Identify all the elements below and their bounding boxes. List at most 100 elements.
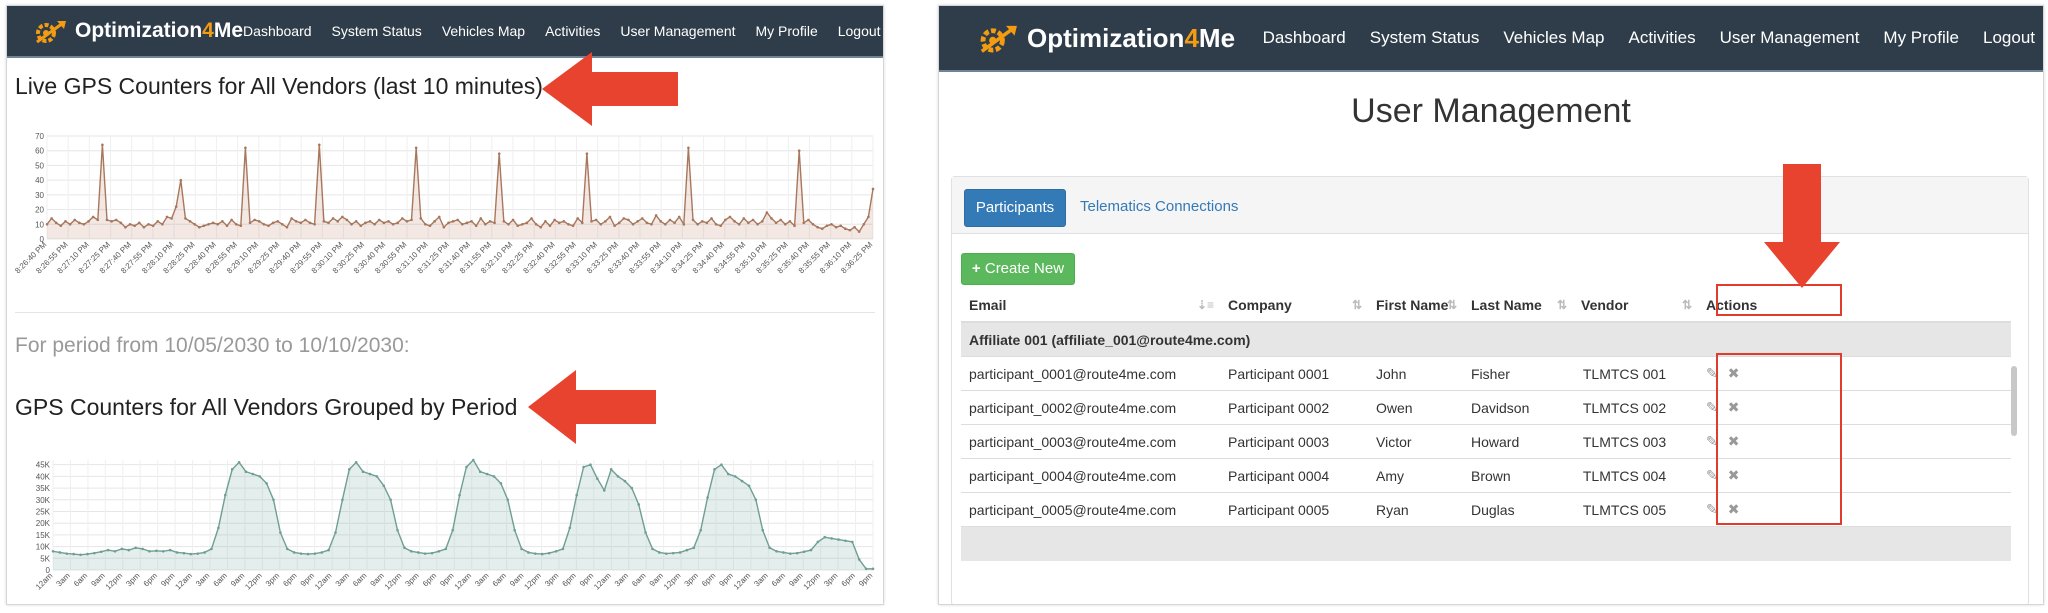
data-point — [637, 503, 641, 506]
data-point — [210, 547, 213, 551]
empty-cell — [961, 526, 2011, 561]
data-point — [290, 217, 293, 220]
data-point — [331, 217, 335, 220]
participants-table: Email ⇣≡ Company ⇅ First Name ⇅ Last Name ⇅… — [961, 289, 2011, 561]
nav-dashboard[interactable]: Dashboard — [243, 23, 312, 39]
data-point — [437, 549, 441, 553]
x-tick-label: 12pm — [104, 571, 125, 592]
logo-number: 4 — [1184, 22, 1199, 53]
data-point — [91, 215, 95, 219]
nav-user-management[interactable]: User Management — [1720, 28, 1860, 48]
data-point — [795, 551, 799, 555]
app-logo[interactable]: Optimization 4 Me — [977, 22, 1235, 54]
cell-email: participant_0001@route4me.com — [961, 356, 1220, 391]
data-point — [281, 222, 284, 226]
nav-system-status[interactable]: System Status — [332, 23, 422, 39]
data-point — [373, 222, 376, 226]
col-last-name[interactable]: Last Name — [1463, 289, 1551, 323]
data-point — [474, 224, 478, 228]
data-point — [807, 218, 810, 222]
data-point — [539, 225, 543, 229]
cell-last-name: Davidson — [1463, 390, 1551, 425]
data-point — [700, 220, 704, 223]
nav-vehicles-map[interactable]: Vehicles Map — [442, 23, 525, 39]
live-chart-title: Live GPS Counters for All Vendors (last … — [15, 73, 543, 99]
create-new-button[interactable]: + Create New — [961, 253, 1075, 285]
sort-icon[interactable]: ⇅ — [1352, 298, 1362, 312]
data-point — [699, 528, 703, 532]
data-point — [51, 549, 55, 553]
col-email[interactable]: Email ⇣≡ — [961, 289, 1220, 323]
nav-logout[interactable]: Logout — [838, 23, 881, 39]
data-point — [830, 222, 833, 226]
y-tick-label: 30 — [35, 191, 44, 200]
data-point — [557, 221, 561, 225]
sort-asc-icon[interactable]: ⇣≡ — [1197, 298, 1214, 312]
nav-dashboard[interactable]: Dashboard — [1263, 28, 1346, 48]
nav-activities[interactable]: Activities — [1629, 28, 1696, 48]
table-row[interactable]: participant_0005@route4me.com Participant… — [961, 492, 2011, 527]
sort-icon[interactable]: ⇅ — [1557, 298, 1567, 312]
data-point — [802, 221, 806, 225]
app-logo[interactable]: Optimization 4 Me — [33, 18, 243, 44]
data-point — [216, 222, 220, 226]
table-row[interactable]: participant_0003@route4me.com Participant… — [961, 424, 2011, 459]
logo-number: 4 — [202, 19, 214, 42]
data-point — [747, 484, 751, 488]
data-point — [79, 553, 82, 557]
sort-icon[interactable]: ⇅ — [1447, 298, 1457, 312]
nav-vehicles-map[interactable]: Vehicles Map — [1503, 28, 1604, 48]
data-point — [554, 549, 558, 553]
data-point — [644, 531, 647, 534]
data-point — [871, 567, 875, 571]
data-point — [733, 475, 737, 478]
table-row[interactable]: participant_0001@route4me.com Participant… — [961, 356, 2011, 391]
nav-logout[interactable]: Logout — [1983, 28, 2035, 48]
x-tick-label: 3pm — [822, 571, 840, 589]
data-point — [225, 224, 229, 228]
table-row[interactable]: participant_0002@route4me.com Participant… — [961, 390, 2011, 425]
data-point — [320, 551, 324, 554]
data-point — [851, 540, 854, 544]
scrollbar-thumb[interactable] — [2011, 366, 2017, 436]
data-point — [299, 221, 303, 225]
nav-my-profile[interactable]: My Profile — [1883, 28, 1959, 48]
y-tick-label: 35K — [36, 484, 51, 493]
nav-user-management[interactable]: User Management — [620, 23, 735, 39]
data-point — [196, 552, 200, 555]
col-first-name[interactable]: First Name ⇅ — [1368, 289, 1463, 323]
table-row[interactable]: participant_0004@route4me.com Participant… — [961, 458, 2011, 493]
data-point — [768, 546, 771, 550]
data-point — [724, 218, 727, 222]
data-point — [93, 551, 96, 555]
data-point — [54, 221, 58, 225]
data-point — [317, 143, 321, 147]
data-point — [258, 475, 262, 478]
nav-activities[interactable]: Activities — [545, 23, 600, 39]
data-point — [864, 567, 868, 571]
col-vendor[interactable]: ⇅ Vendor ⇅ — [1551, 289, 1698, 323]
data-point — [492, 475, 496, 478]
data-point — [465, 221, 469, 225]
data-point — [64, 220, 67, 223]
data-point — [348, 468, 351, 471]
logo-text: Optimization — [75, 19, 203, 42]
x-tick-label: 6am — [351, 571, 369, 589]
x-tick-label: 6am — [770, 571, 788, 589]
sort-icon[interactable]: ⇅ — [1682, 298, 1692, 312]
x-tick-label: 12am — [313, 571, 334, 592]
tab-telematics-connections[interactable]: Telematics Connections — [1080, 189, 1238, 225]
cell-last-name: Brown — [1463, 458, 1551, 493]
x-tick-label: 6pm — [700, 571, 718, 589]
data-point — [313, 222, 316, 226]
col-company[interactable]: Company ⇅ — [1220, 289, 1368, 323]
nav-system-status[interactable]: System Status — [1370, 28, 1480, 48]
data-point — [540, 552, 544, 556]
cell-last-name: Howard — [1463, 424, 1551, 459]
data-point — [350, 222, 353, 226]
tab-participants[interactable]: Participants — [964, 189, 1066, 227]
nav-my-profile[interactable]: My Profile — [756, 23, 818, 39]
data-point — [161, 222, 164, 226]
data-point — [604, 220, 607, 223]
data-point — [359, 224, 363, 228]
